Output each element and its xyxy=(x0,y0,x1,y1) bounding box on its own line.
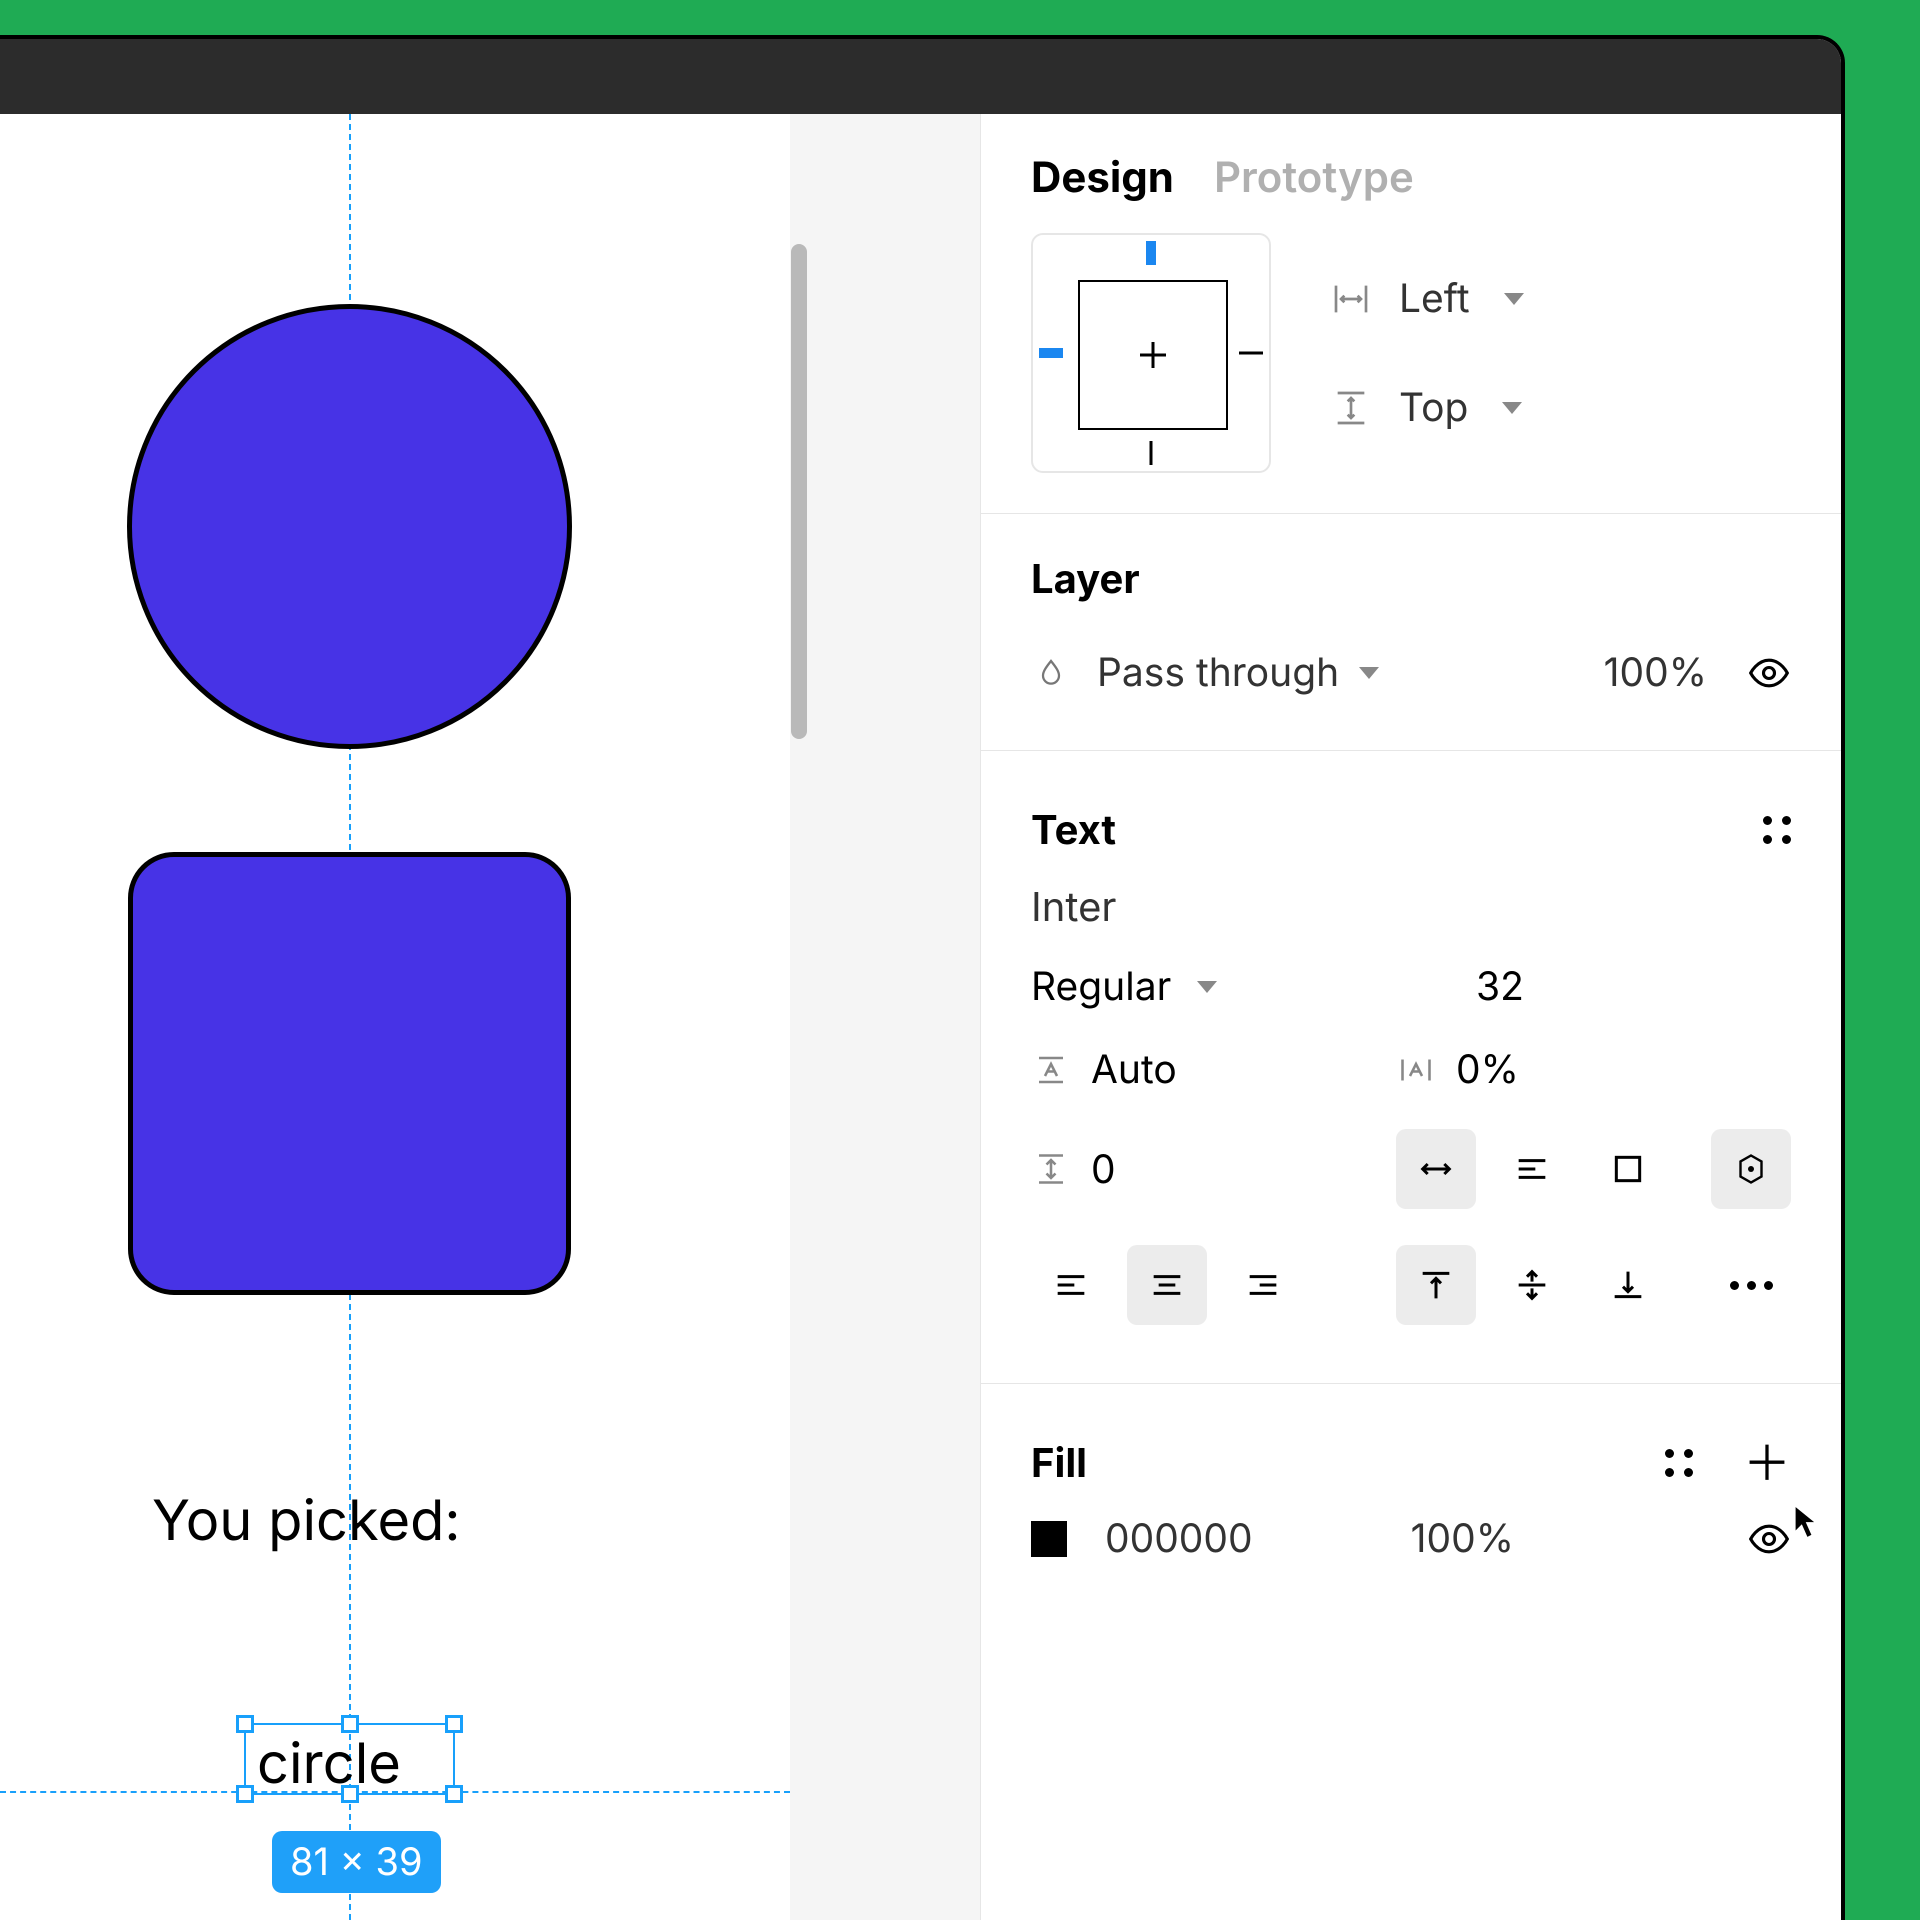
fill-section: Fill ＋ 000000 100% xyxy=(981,1383,1841,1616)
text-align-bottom-button[interactable] xyxy=(1588,1245,1668,1325)
text-align-top-button[interactable] xyxy=(1396,1245,1476,1325)
fixed-size-button[interactable] xyxy=(1588,1129,1668,1209)
canvas-gutter xyxy=(790,114,980,1920)
fill-swatch[interactable] xyxy=(1031,1521,1067,1557)
text-section: Text Inter Regular 32 xyxy=(981,750,1841,1383)
mouse-cursor xyxy=(1793,1504,1821,1542)
resize-handle-bl[interactable] xyxy=(236,1785,254,1803)
font-weight-select[interactable]: Regular xyxy=(1031,963,1366,1010)
horizontal-align-value: Left xyxy=(1399,275,1470,322)
auto-width-button[interactable] xyxy=(1396,1129,1476,1209)
resize-handle-br[interactable] xyxy=(445,1785,463,1803)
titlebar[interactable] xyxy=(0,39,1841,114)
paragraph-spacing-icon xyxy=(1031,1149,1071,1189)
blend-mode-value: Pass through xyxy=(1097,649,1339,696)
alignment-preview[interactable] xyxy=(1031,233,1271,473)
scrollbar-thumb[interactable] xyxy=(791,244,807,739)
resize-handle-bm[interactable] xyxy=(341,1785,359,1803)
resize-handle-tm[interactable] xyxy=(341,1715,359,1733)
fill-title: Fill xyxy=(1031,1438,1087,1487)
visibility-toggle[interactable] xyxy=(1747,651,1791,695)
app-window: You picked: circle 81 × 39 xyxy=(0,0,1920,1920)
selection-size-badge: 81 × 39 xyxy=(272,1831,441,1893)
font-weight-value: Regular xyxy=(1031,963,1171,1010)
paragraph-spacing-input[interactable]: 0 xyxy=(1091,1146,1116,1193)
text-styles-button[interactable] xyxy=(1763,816,1791,844)
layer-section: Layer Pass through 100% xyxy=(981,513,1841,750)
chevron-down-icon xyxy=(1502,402,1522,414)
tab-design[interactable]: Design xyxy=(1031,152,1174,203)
line-height-input[interactable]: Auto xyxy=(1091,1046,1177,1093)
horizontal-resize-icon xyxy=(1331,279,1371,319)
fill-styles-button[interactable] xyxy=(1665,1449,1693,1477)
text-align-middle-button[interactable] xyxy=(1492,1245,1572,1325)
resize-handle-tr[interactable] xyxy=(445,1715,463,1733)
line-height-icon xyxy=(1031,1050,1071,1090)
canvas-label: You picked: xyxy=(152,1486,461,1554)
auto-height-button[interactable] xyxy=(1492,1129,1572,1209)
chevron-down-icon xyxy=(1359,667,1379,679)
content: You picked: circle 81 × 39 xyxy=(0,114,1841,1920)
alignment-section: Left Top xyxy=(981,233,1841,513)
text-align-right-button[interactable] xyxy=(1223,1245,1303,1325)
fill-hex-input[interactable]: 000000 xyxy=(1105,1515,1253,1562)
vertical-align-value: Top xyxy=(1399,384,1468,431)
more-type-options-button[interactable] xyxy=(1711,1245,1791,1325)
type-settings-button[interactable] xyxy=(1711,1129,1791,1209)
fill-visibility-toggle[interactable] xyxy=(1747,1517,1791,1561)
selection-box[interactable] xyxy=(244,1723,455,1795)
letter-spacing-input[interactable]: 0% xyxy=(1456,1046,1519,1093)
layer-opacity-input[interactable]: 100% xyxy=(1604,649,1707,696)
font-family-select[interactable]: Inter xyxy=(1031,882,1116,931)
vertical-align-select[interactable]: Top xyxy=(1331,384,1524,431)
text-resize-group xyxy=(1396,1129,1668,1209)
horizontal-text-align-group xyxy=(1031,1245,1303,1325)
vertical-text-align-group xyxy=(1396,1245,1668,1325)
chevron-down-icon xyxy=(1197,981,1217,993)
window-frame: You picked: circle 81 × 39 xyxy=(0,35,1845,1920)
layer-title: Layer xyxy=(1031,554,1791,603)
panel-tabs: Design Prototype xyxy=(981,114,1841,233)
resize-handle-tl[interactable] xyxy=(236,1715,254,1733)
fill-opacity-input[interactable]: 100% xyxy=(1411,1515,1514,1562)
letter-spacing-icon xyxy=(1396,1050,1436,1090)
font-size-input[interactable]: 32 xyxy=(1476,963,1524,1010)
canvas[interactable]: You picked: circle 81 × 39 xyxy=(0,114,790,1920)
tab-prototype[interactable]: Prototype xyxy=(1214,152,1414,203)
vertical-resize-icon xyxy=(1331,388,1371,428)
text-align-left-button[interactable] xyxy=(1031,1245,1111,1325)
blend-mode-icon[interactable] xyxy=(1031,653,1071,693)
inspector-panel: Design Prototype xyxy=(980,114,1841,1920)
chevron-down-icon xyxy=(1504,293,1524,305)
text-title: Text xyxy=(1031,805,1116,854)
text-align-center-button[interactable] xyxy=(1127,1245,1207,1325)
canvas-rounded-square[interactable] xyxy=(128,852,571,1295)
add-fill-button[interactable]: ＋ xyxy=(1743,1439,1791,1487)
canvas-circle[interactable] xyxy=(127,304,572,749)
horizontal-align-select[interactable]: Left xyxy=(1331,275,1524,322)
blend-mode-select[interactable]: Pass through xyxy=(1097,649,1379,696)
